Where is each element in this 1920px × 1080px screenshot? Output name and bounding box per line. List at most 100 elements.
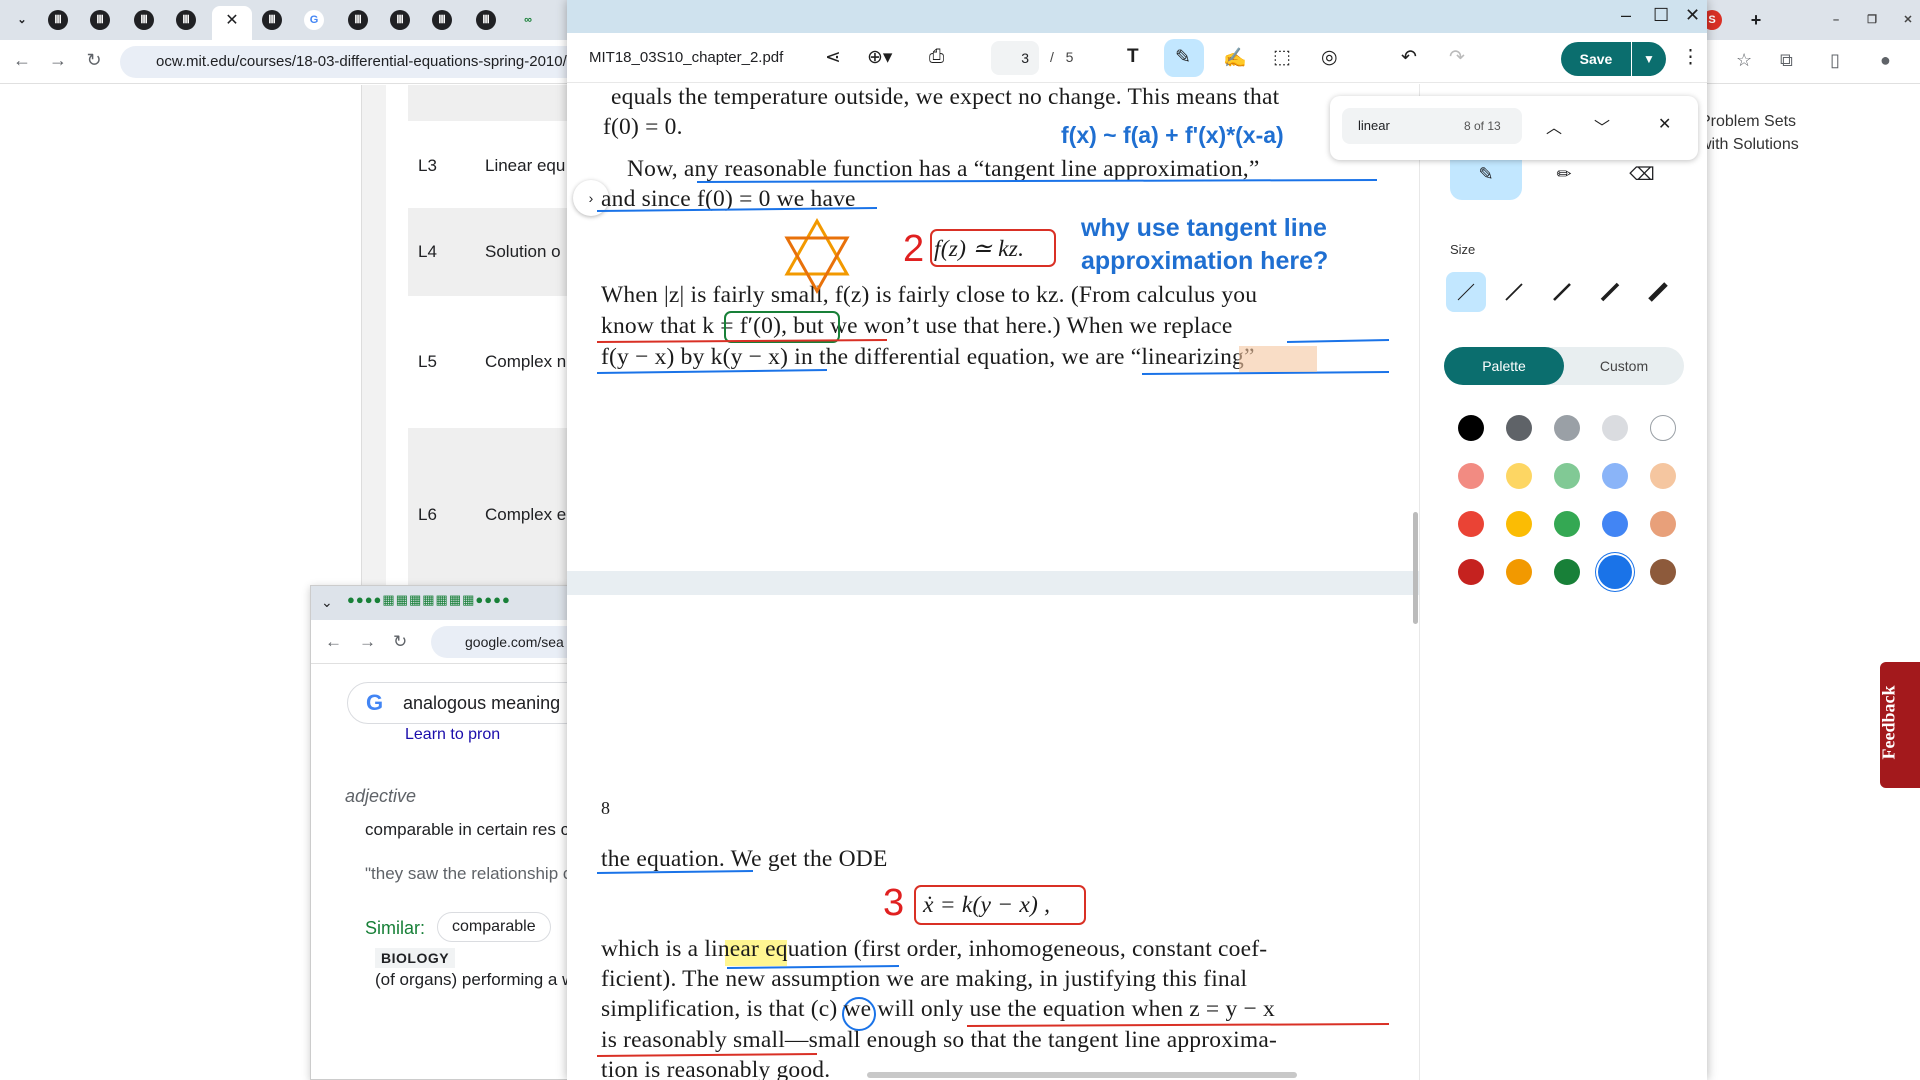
- color-swatch[interactable]: [1602, 463, 1628, 489]
- google-popup-window: ⌄ ●●●●▦▦▦▦▦▦▦●●●● ← → ↻ google.com/sea G…: [310, 585, 591, 1080]
- tab-favicon-icon[interactable]: Ⅲ: [176, 10, 196, 30]
- page-separator-gap: [567, 571, 1419, 595]
- tab-favicon-icon[interactable]: Ⅲ: [134, 10, 154, 30]
- share-icon[interactable]: ⋖: [825, 46, 841, 69]
- reload-icon[interactable]: ↻: [82, 50, 106, 71]
- signature-icon[interactable]: ✍: [1223, 46, 1247, 70]
- color-swatch[interactable]: [1458, 415, 1484, 441]
- color-swatch[interactable]: [1650, 463, 1676, 489]
- vertical-scrollbar[interactable]: [1413, 512, 1418, 624]
- color-swatch[interactable]: [1458, 559, 1484, 585]
- size-option[interactable]: [1542, 272, 1582, 312]
- color-swatch[interactable]: [1506, 511, 1532, 537]
- find-previous-icon[interactable]: ︿: [1546, 114, 1562, 138]
- back-icon[interactable]: ←: [325, 632, 342, 652]
- color-swatch[interactable]: [1554, 559, 1580, 585]
- print-icon[interactable]: ⎙: [929, 46, 944, 68]
- draw-icon[interactable]: ✎: [1175, 46, 1191, 69]
- pdf-viewer-window: – ☐ ✕ MIT18_03S10_chapter_2.pdf ⋖ ⊕▾ ⎙ 3…: [567, 0, 1707, 1080]
- lecture-title[interactable]: Complex n: [485, 352, 566, 372]
- extensions-icon[interactable]: ⧉: [1780, 50, 1793, 71]
- size-option[interactable]: [1446, 272, 1486, 312]
- size-option[interactable]: [1590, 272, 1630, 312]
- maximize-icon[interactable]: ☐: [1653, 5, 1669, 26]
- color-swatch[interactable]: [1458, 511, 1484, 537]
- select-area-icon[interactable]: ⬚: [1273, 46, 1291, 69]
- popup-tab-strip: ⌄ ●●●●▦▦▦▦▦▦▦●●●●: [311, 586, 569, 620]
- color-swatch[interactable]: [1598, 555, 1632, 589]
- color-swatch[interactable]: [1554, 463, 1580, 489]
- save-dropdown-icon[interactable]: ▼: [1632, 42, 1666, 76]
- forward-icon[interactable]: →: [359, 632, 376, 652]
- save-button[interactable]: Save: [1561, 42, 1631, 76]
- reading-mode-icon[interactable]: ▯: [1830, 50, 1840, 71]
- tab-custom[interactable]: Custom: [1564, 347, 1684, 385]
- color-swatch[interactable]: [1506, 463, 1532, 489]
- horizontal-scrollbar[interactable]: [867, 1072, 1297, 1078]
- find-next-icon[interactable]: ﹀: [1594, 114, 1610, 138]
- tab-favicon-icon[interactable]: Ⅲ: [90, 10, 110, 30]
- profile-icon[interactable]: ●: [1880, 50, 1891, 71]
- lecture-title[interactable]: Solution o: [485, 242, 561, 262]
- pdf-line: the equation. We get the ODE: [601, 846, 888, 872]
- tab-search-dropdown-icon[interactable]: ⌄: [12, 10, 32, 30]
- tab-close-icon[interactable]: ✕: [225, 12, 238, 29]
- color-swatch[interactable]: [1506, 415, 1532, 441]
- undo-icon[interactable]: ↶: [1401, 46, 1417, 69]
- lecture-title[interactable]: Complex e: [485, 505, 566, 525]
- tab-dropdown-icon[interactable]: ⌄: [321, 594, 333, 611]
- redo-icon[interactable]: ↷: [1449, 46, 1465, 69]
- minimize-icon[interactable]: –: [1826, 10, 1846, 30]
- close-icon[interactable]: ✕: [1685, 5, 1700, 26]
- tab-favicon-icon[interactable]: Ⅲ: [476, 10, 496, 30]
- color-swatch[interactable]: [1650, 511, 1676, 537]
- page-separator: /: [1050, 49, 1054, 65]
- size-option[interactable]: [1638, 272, 1678, 312]
- color-swatch[interactable]: [1554, 415, 1580, 441]
- active-tab[interactable]: ✕: [212, 6, 252, 40]
- reload-icon[interactable]: ↻: [393, 632, 407, 652]
- color-swatch[interactable]: [1458, 463, 1484, 489]
- tab-palette[interactable]: Palette: [1444, 347, 1564, 385]
- color-swatch[interactable]: [1650, 415, 1676, 441]
- find-close-icon[interactable]: ✕: [1658, 114, 1671, 134]
- tab-favicon-icon[interactable]: Ⅲ: [262, 10, 282, 30]
- feedback-button[interactable]: Feedback: [1879, 662, 1920, 788]
- popup-tabs-icon[interactable]: ●●●●▦▦▦▦▦▦▦●●●●: [347, 592, 511, 608]
- lens-icon[interactable]: ◎: [1321, 46, 1338, 69]
- color-swatch[interactable]: [1602, 511, 1628, 537]
- row-shade: [408, 85, 568, 121]
- color-swatch[interactable]: [1602, 415, 1628, 441]
- page-number-input[interactable]: 3: [991, 41, 1039, 75]
- color-swatch[interactable]: [1506, 559, 1532, 585]
- new-tab-icon[interactable]: +: [1746, 10, 1766, 30]
- google-search-box[interactable]: G analogous meaning: [347, 682, 587, 724]
- size-option[interactable]: [1494, 272, 1534, 312]
- text-tool-icon[interactable]: T: [1127, 46, 1139, 68]
- tab-favicon-icon[interactable]: Ⅲ: [48, 10, 68, 30]
- link-tab-icon[interactable]: ∞: [518, 10, 538, 30]
- tab-favicon-icon[interactable]: Ⅲ: [348, 10, 368, 30]
- tab-favicon-icon[interactable]: Ⅲ: [432, 10, 452, 30]
- zoom-icon[interactable]: ⊕▾: [867, 46, 892, 69]
- more-options-icon[interactable]: ⋮: [1681, 46, 1700, 69]
- lecture-num: L3: [418, 156, 437, 175]
- tab-favicon-icon[interactable]: Ⅲ: [390, 10, 410, 30]
- color-swatch[interactable]: [1554, 511, 1580, 537]
- pronounce-link[interactable]: Learn to pron: [405, 726, 500, 744]
- lecture-title[interactable]: Linear equ: [485, 156, 565, 176]
- google-tab-icon[interactable]: G: [304, 10, 324, 30]
- pdf-document-area[interactable]: › equals the temperature outside, we exp…: [567, 84, 1419, 1080]
- part-of-speech: adjective: [345, 786, 417, 806]
- bookmark-star-icon[interactable]: ☆: [1736, 50, 1752, 71]
- similar-chip[interactable]: comparable: [437, 912, 551, 942]
- back-icon[interactable]: ←: [10, 50, 34, 71]
- forward-icon[interactable]: →: [46, 50, 70, 71]
- close-window-icon[interactable]: ✕: [1898, 10, 1918, 30]
- category-badge: BIOLOGY: [375, 948, 456, 968]
- popup-url: google.com/sea: [465, 634, 564, 650]
- maximize-icon[interactable]: ❐: [1862, 10, 1882, 30]
- problem-sets-link[interactable]: Problem Sets with Solutions: [1700, 110, 1820, 156]
- color-swatch[interactable]: [1650, 559, 1676, 585]
- minimize-icon[interactable]: –: [1621, 5, 1631, 26]
